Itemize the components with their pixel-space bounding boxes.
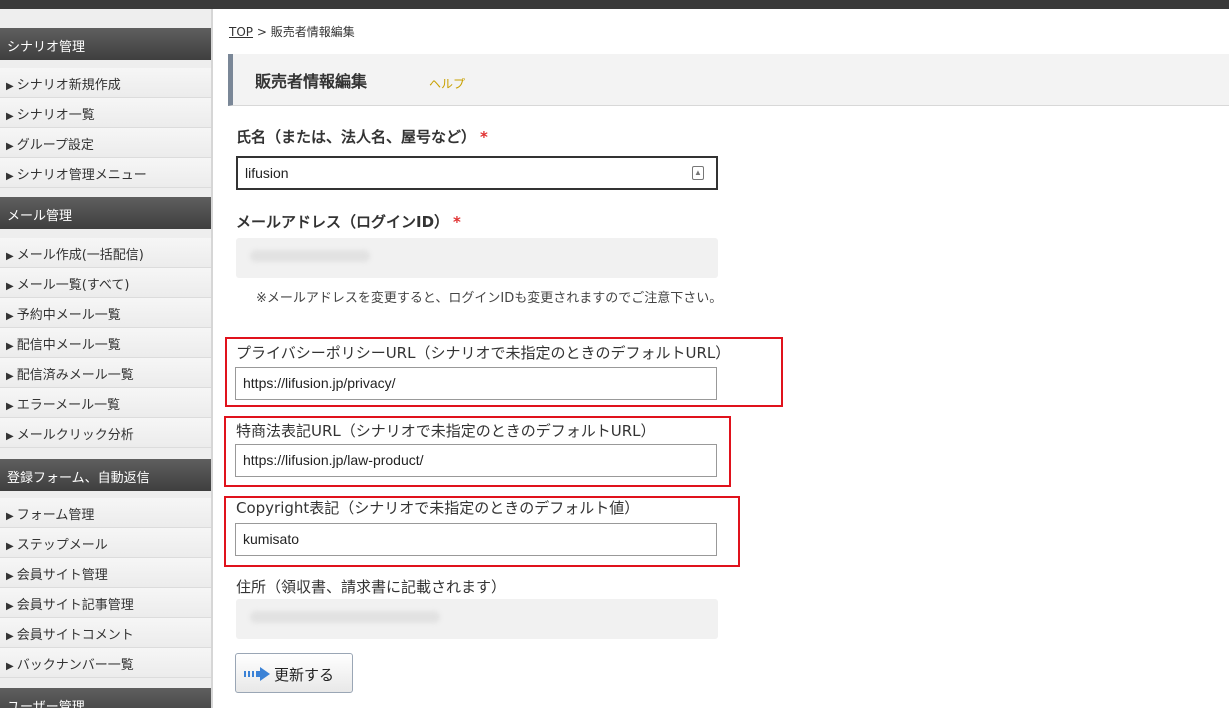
blurred-text [250,611,440,623]
sidebar-item-label: ステップメール [16,538,108,553]
name-input[interactable]: lifusion ▲ [236,156,718,190]
sidebar-item-label: グループ設定 [16,138,94,153]
bullet-icon: ▶ [6,281,14,292]
sidebar-item-label: エラーメール一覧 [16,398,121,413]
sidebar-item-label: バックナンバー一覧 [16,658,134,673]
sidebar-item-scenario-list[interactable]: ▶ シナリオ一覧 [0,98,211,128]
law-url-label: 特商法表記URL（シナリオで未指定のときのデフォルトURL） [236,422,656,440]
sidebar-item-label: メール作成(一括配信) [16,248,144,263]
sidebar-section-scenario: シナリオ管理 [0,28,211,60]
required-mark: * [453,213,461,231]
arrow-right-icon [244,667,270,681]
privacy-url-label: プライバシーポリシーURL（シナリオで未指定のときのデフォルトURL） [236,344,731,362]
address-input-blurred[interactable] [236,599,718,639]
sidebar-item-label: フォーム管理 [16,508,95,523]
sidebar-item-mail-scheduled[interactable]: ▶ 予約中メール一覧 [0,298,211,328]
page-title: 販売者情報編集 [255,72,368,91]
update-button-label: 更新する [274,666,335,684]
sidebar-section-users: ユーザー管理 [0,688,211,708]
email-input-blurred[interactable] [236,238,718,278]
sidebar-item-mail-error[interactable]: ▶ エラーメール一覧 [0,388,211,418]
breadcrumb: TOP > 販売者情報編集 [229,23,355,40]
bullet-icon: ▶ [6,511,14,522]
top-bar [0,0,1229,9]
help-link[interactable]: ヘルプ [429,75,465,92]
sidebar-item-group-settings[interactable]: ▶ グループ設定 [0,128,211,158]
sidebar-item-label: 予約中メール一覧 [16,308,121,323]
sidebar-item-step-mail[interactable]: ▶ ステップメール [0,528,211,558]
update-button[interactable]: 更新する [235,653,353,693]
sidebar-section-mail: メール管理 [0,197,211,229]
name-label-text: 氏名（または、法人名、屋号など） [236,128,477,146]
email-label-text: メールアドレス（ログインID） [236,213,450,231]
email-label: メールアドレス（ログインID） * [236,211,461,232]
sidebar-item-mail-sent[interactable]: ▶ 配信済みメール一覧 [0,358,211,388]
sidebar-item-label: シナリオ一覧 [16,108,95,123]
sidebar-item-mail-click[interactable]: ▶ メールクリック分析 [0,418,211,448]
sidebar-item-forms[interactable]: ▶ フォーム管理 [0,498,211,528]
copyright-label: Copyright表記（シナリオで未指定のときのデフォルト値） [236,499,640,517]
sidebar-item-mail-create[interactable]: ▶ メール作成(一括配信) [0,238,211,268]
bullet-icon: ▶ [6,631,14,642]
sidebar-item-label: 配信済みメール一覧 [16,368,134,383]
sidebar-section-forms: 登録フォーム、自動返信 [0,459,211,491]
sidebar-item-member-site[interactable]: ▶ 会員サイト管理 [0,558,211,588]
sidebar-item-label: 会員サイト管理 [16,568,108,583]
sidebar-item-label: メールクリック分析 [16,428,134,443]
page-header: 販売者情報編集 ヘルプ [228,54,1229,106]
bullet-icon: ▶ [6,541,14,552]
sidebar-item-label: 会員サイト記事管理 [16,598,134,613]
sidebar-item-scenario-menu[interactable]: ▶ シナリオ管理メニュー [0,158,211,188]
bullet-icon: ▶ [6,251,14,262]
bullet-icon: ▶ [6,141,14,152]
blurred-text [250,250,370,262]
bullet-icon: ▶ [6,571,14,582]
email-note: ※メールアドレスを変更すると、ログインIDも変更されますのでご注意下さい。 [256,291,723,306]
sidebar: シナリオ管理 ▶ シナリオ新規作成 ▶ シナリオ一覧 ▶ グループ設定 ▶ シナリオ管理… [0,9,213,708]
sidebar-item-backnumbers[interactable]: ▶ バックナンバー一覧 [0,648,211,678]
required-mark: * [480,128,488,146]
address-label: 住所（領収書、請求書に記載されます） [236,578,507,596]
bullet-icon: ▶ [6,661,14,672]
sidebar-item-label: シナリオ管理メニュー [16,168,147,183]
breadcrumb-separator: > [256,25,267,39]
bullet-icon: ▶ [6,371,14,382]
breadcrumb-top-link[interactable]: TOP [229,25,253,39]
sidebar-item-label: メール一覧(すべて) [16,278,130,293]
breadcrumb-current: 販売者情報編集 [270,25,355,39]
bullet-icon: ▶ [6,601,14,612]
name-label: 氏名（または、法人名、屋号など） * [236,126,488,147]
bullet-icon: ▶ [6,171,14,182]
sidebar-item-label: 会員サイトコメント [16,628,134,643]
law-url-input[interactable]: https://lifusion.jp/law-product/ [235,444,717,477]
sidebar-item-member-articles[interactable]: ▶ 会員サイト記事管理 [0,588,211,618]
sidebar-item-label: 配信中メール一覧 [16,338,121,353]
sidebar-item-member-comments[interactable]: ▶ 会員サイトコメント [0,618,211,648]
sidebar-item-scenario-new[interactable]: ▶ シナリオ新規作成 [0,68,211,98]
bullet-icon: ▶ [6,111,14,122]
sidebar-item-mail-sending[interactable]: ▶ 配信中メール一覧 [0,328,211,358]
bullet-icon: ▶ [6,401,14,412]
sidebar-item-label: シナリオ新規作成 [16,78,121,93]
copyright-input[interactable]: kumisato [235,523,717,556]
name-input-value: lifusion [245,165,289,181]
bullet-icon: ▶ [6,341,14,352]
bullet-icon: ▶ [6,311,14,322]
privacy-url-input[interactable]: https://lifusion.jp/privacy/ [235,367,717,400]
sidebar-item-mail-all[interactable]: ▶ メール一覧(すべて) [0,268,211,298]
bullet-icon: ▶ [6,81,14,92]
bullet-icon: ▶ [6,431,14,442]
password-manager-icon[interactable]: ▲ [692,166,704,180]
